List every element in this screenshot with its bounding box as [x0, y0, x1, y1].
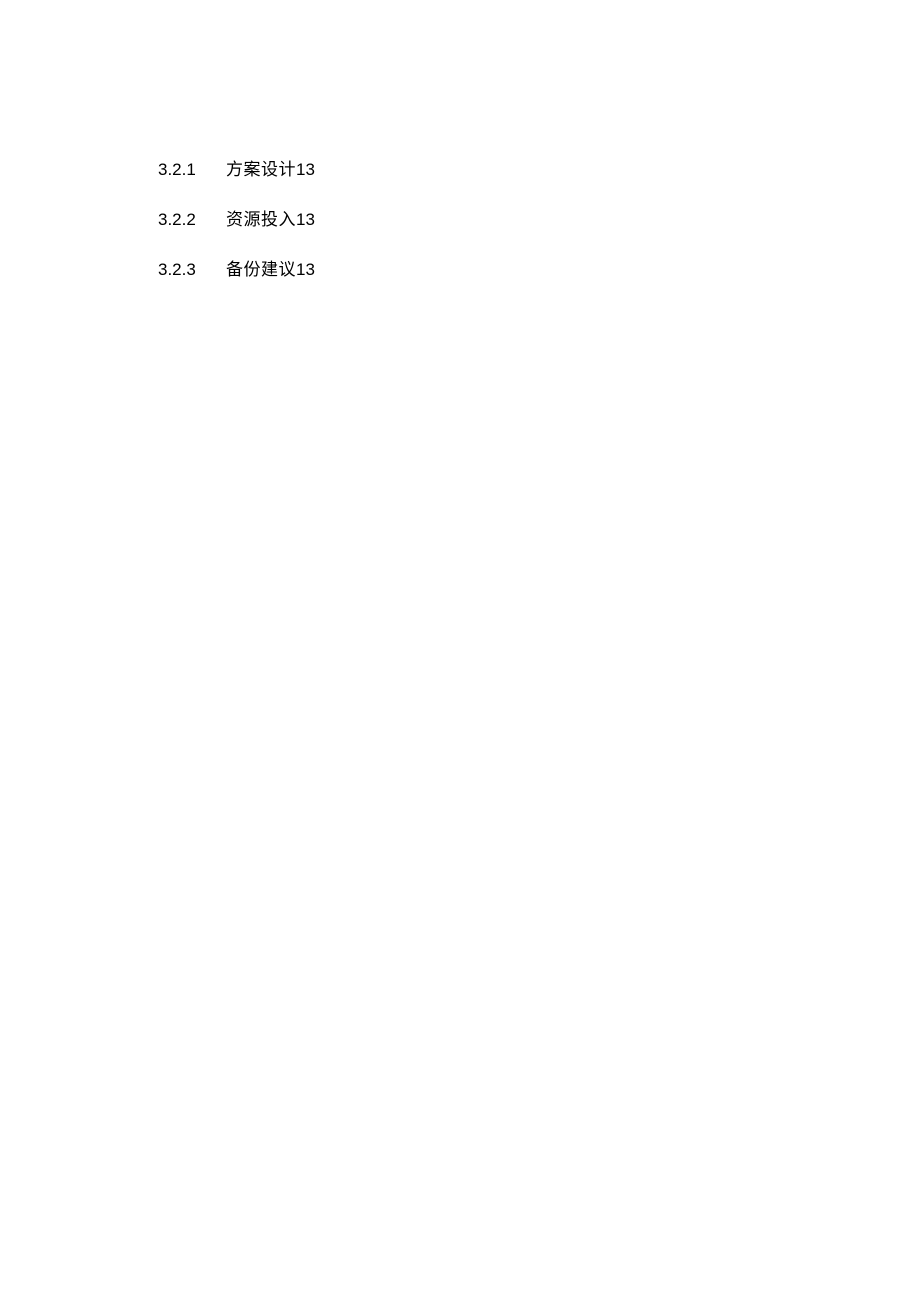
toc-page: 13 [296, 158, 315, 182]
toc-title: 备份建议 [226, 258, 296, 282]
toc-entry: 3.2.2 资源投入13 [158, 208, 920, 232]
toc-page: 13 [296, 208, 315, 232]
toc-entry: 3.2.1 方案设计13 [158, 158, 920, 182]
toc-page: 13 [296, 258, 315, 282]
toc-title: 资源投入 [226, 208, 296, 232]
document-page: 3.2.1 方案设计13 3.2.2 资源投入13 3.2.3 备份建议13 [0, 0, 920, 281]
toc-title: 方案设计 [226, 158, 296, 182]
toc-number: 3.2.2 [158, 208, 226, 232]
toc-number: 3.2.1 [158, 158, 226, 182]
toc-entry: 3.2.3 备份建议13 [158, 258, 920, 282]
toc-number: 3.2.3 [158, 258, 226, 282]
